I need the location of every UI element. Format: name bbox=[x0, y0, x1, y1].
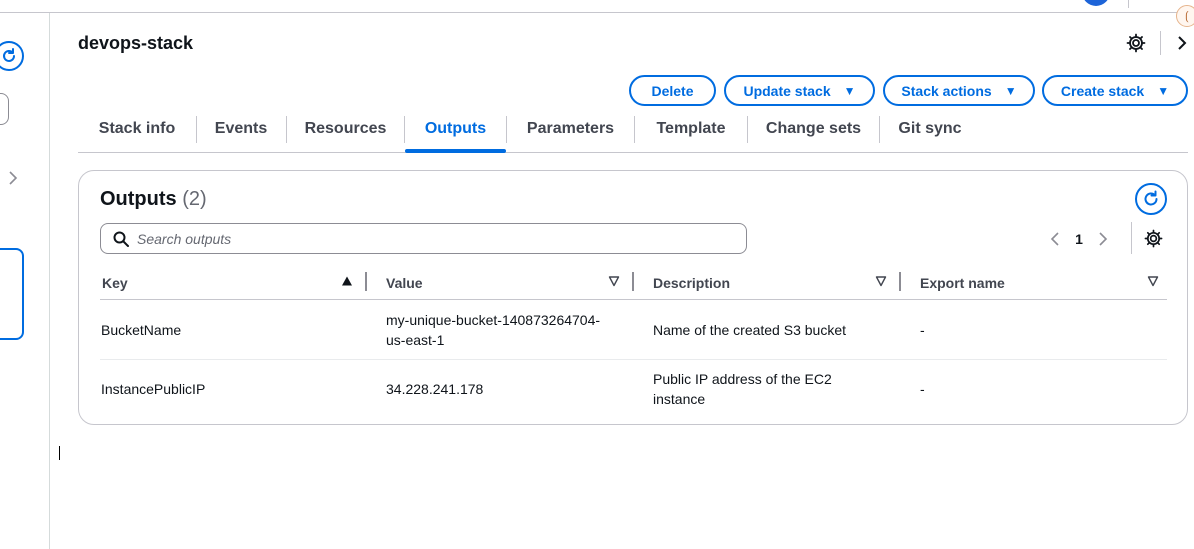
stack-actions-button[interactable]: Stack actions ▼ bbox=[883, 75, 1035, 106]
row-2-value: 34.228.241.178 bbox=[386, 381, 484, 397]
pager-separator bbox=[1131, 222, 1132, 254]
top-divider-line bbox=[0, 12, 1194, 13]
row-1-value-line-1: my-unique-bucket-140873264704- bbox=[386, 312, 601, 328]
chevron-left-icon[interactable] bbox=[1045, 229, 1065, 249]
page-title: devops-stack bbox=[78, 33, 194, 53]
pagination: 1 bbox=[1045, 227, 1113, 251]
rail-search-field[interactable] bbox=[0, 93, 9, 125]
sort-icon[interactable] bbox=[1147, 275, 1159, 287]
extension-badge-icon[interactable]: ⟮ bbox=[1176, 5, 1194, 27]
stack-actions-label: Stack actions bbox=[901, 82, 992, 99]
top-separator bbox=[1128, 0, 1129, 8]
column-separator[interactable] bbox=[365, 272, 367, 291]
row-1-description: Name of the created S3 bucket bbox=[653, 322, 846, 338]
refresh-icon[interactable] bbox=[1135, 183, 1167, 215]
caret-down-icon: ▼ bbox=[843, 83, 856, 98]
outputs-count: (2) bbox=[182, 188, 207, 210]
stack-tabs: Stack info Events Resources Outputs Para… bbox=[78, 114, 1188, 153]
column-header-key[interactable]: Key bbox=[102, 271, 128, 295]
create-stack-button[interactable]: Create stack ▼ bbox=[1042, 75, 1188, 106]
table-preferences-gear-icon[interactable] bbox=[1144, 229, 1163, 248]
update-stack-label: Update stack bbox=[743, 82, 831, 99]
row-2-description: Public IP address of the EC2 instance bbox=[653, 369, 832, 409]
row-1-export-name: - bbox=[920, 322, 925, 338]
sort-icon[interactable] bbox=[608, 275, 620, 287]
tab-events[interactable]: Events bbox=[197, 114, 285, 152]
rail-chevron-right-icon[interactable] bbox=[8, 171, 18, 190]
create-stack-label: Create stack bbox=[1060, 82, 1145, 99]
row-2-export-name: - bbox=[920, 381, 925, 397]
search-icon bbox=[113, 231, 129, 247]
search-input[interactable] bbox=[137, 230, 727, 247]
column-header-value[interactable]: Value bbox=[386, 271, 423, 295]
column-header-export-name[interactable]: Export name bbox=[920, 271, 1005, 295]
chevron-right-icon[interactable] bbox=[1093, 229, 1113, 249]
caret-down-icon: ▼ bbox=[1004, 83, 1017, 98]
row-1-value: my-unique-bucket-140873264704- us-east-1 bbox=[386, 310, 600, 350]
tab-stack-info[interactable]: Stack info bbox=[78, 114, 196, 152]
row-1-key: BucketName bbox=[101, 322, 182, 338]
column-separator[interactable] bbox=[632, 272, 634, 291]
column-header-description[interactable]: Description bbox=[653, 271, 730, 295]
delete-label: Delete bbox=[651, 82, 694, 99]
tab-template[interactable]: Template bbox=[635, 114, 747, 152]
row-2-key: InstancePublicIP bbox=[101, 381, 206, 397]
update-stack-button[interactable]: Update stack ▼ bbox=[724, 75, 875, 106]
row-2-description-line-2: instance bbox=[653, 391, 706, 407]
header-separator bbox=[1160, 31, 1161, 55]
row-2-description-line-1: Public IP address of the EC2 bbox=[653, 371, 832, 387]
tab-change-sets[interactable]: Change sets bbox=[748, 114, 879, 152]
outputs-container: Outputs (2) 1 Key Value Description Expo… bbox=[78, 170, 1188, 425]
user-avatar[interactable] bbox=[1082, 0, 1110, 6]
tab-parameters[interactable]: Parameters bbox=[507, 114, 634, 152]
page-number[interactable]: 1 bbox=[1065, 231, 1093, 247]
tab-outputs[interactable]: Outputs bbox=[405, 114, 506, 153]
gear-icon[interactable] bbox=[1126, 33, 1146, 53]
column-separator[interactable] bbox=[899, 272, 901, 291]
outputs-title: Outputs bbox=[100, 188, 177, 210]
left-navigation-rail bbox=[0, 13, 50, 549]
text-cursor bbox=[59, 446, 60, 460]
sort-ascending-icon[interactable] bbox=[341, 275, 353, 287]
search-field[interactable] bbox=[100, 223, 747, 254]
tab-resources[interactable]: Resources bbox=[287, 114, 404, 152]
chevron-right-icon[interactable] bbox=[1173, 33, 1191, 53]
row-1-value-line-2: us-east-1 bbox=[386, 332, 445, 348]
caret-down-icon: ▼ bbox=[1157, 83, 1170, 98]
rail-selected-stack-card[interactable] bbox=[0, 248, 24, 340]
delete-button[interactable]: Delete bbox=[629, 75, 716, 106]
row-divider bbox=[100, 359, 1167, 360]
tab-git-sync[interactable]: Git sync bbox=[880, 114, 980, 152]
outputs-heading: Outputs (2) bbox=[100, 188, 207, 211]
sort-icon[interactable] bbox=[875, 275, 887, 287]
header-divider bbox=[100, 299, 1167, 300]
rail-refresh-icon[interactable] bbox=[0, 41, 24, 71]
